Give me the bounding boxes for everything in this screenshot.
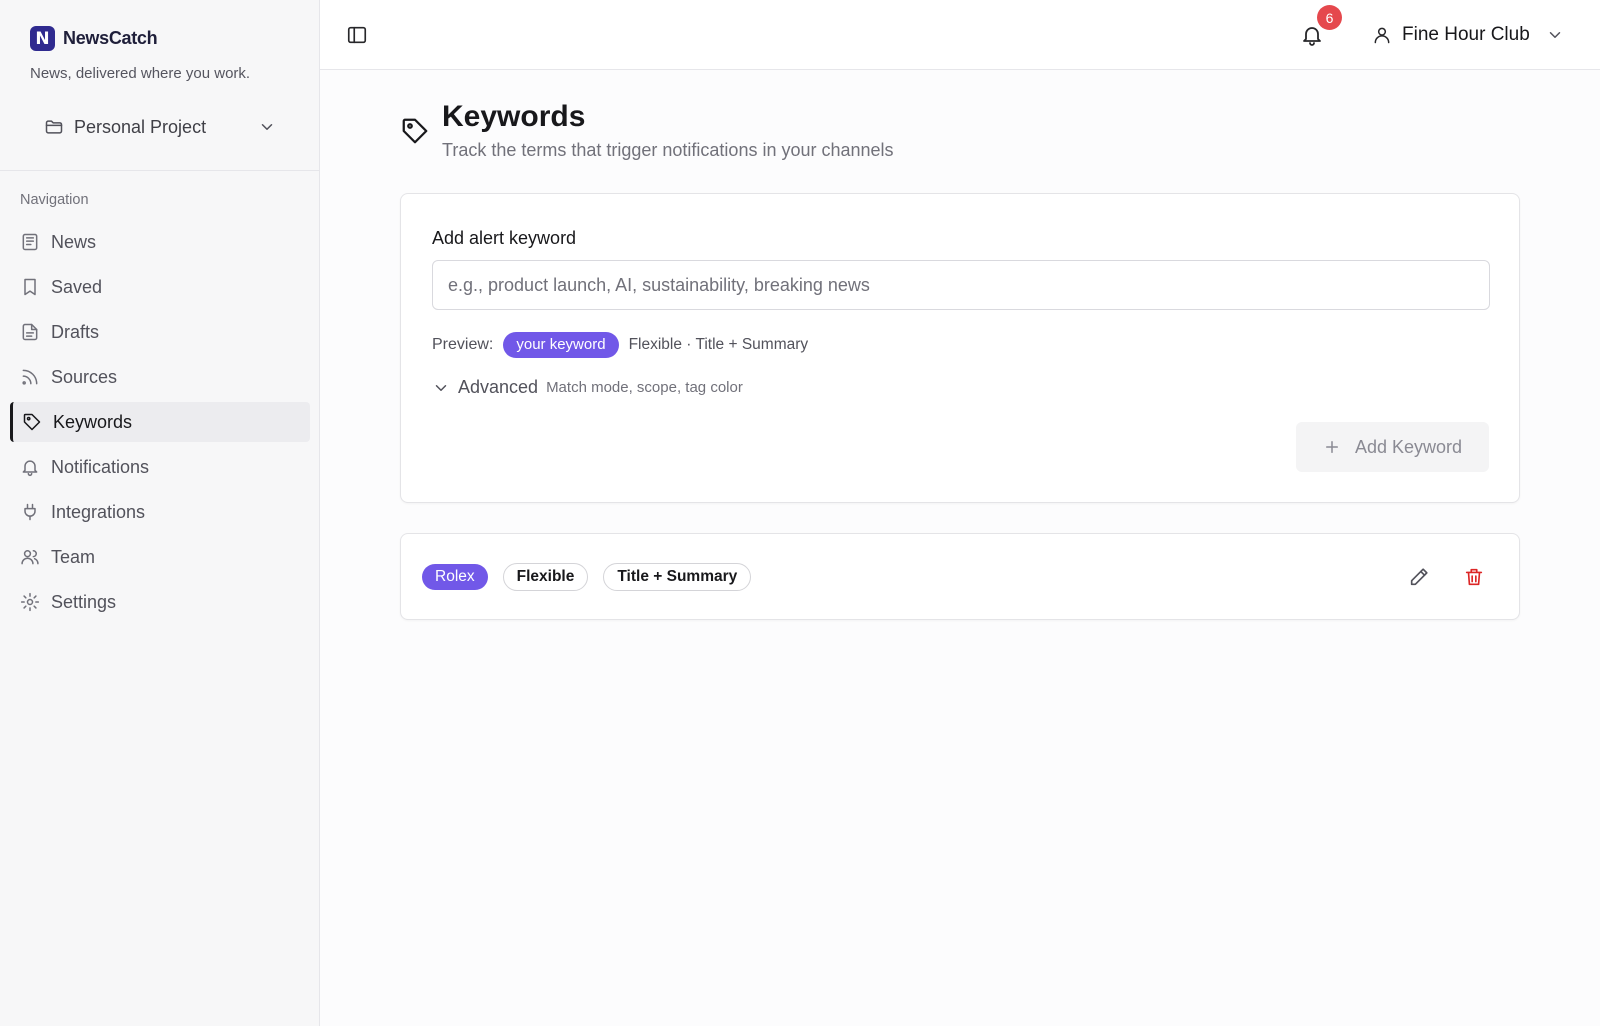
sidebar-item-drafts[interactable]: Drafts	[10, 312, 310, 352]
sidebar-item-label: Integrations	[51, 501, 146, 522]
plug-icon	[20, 502, 40, 522]
sidebar-item-label: Team	[51, 546, 96, 567]
preview-label: Preview:	[432, 336, 494, 353]
sidebar-item-notifications[interactable]: Notifications	[10, 447, 310, 487]
project-name: Personal Project	[74, 116, 207, 137]
keyword-row: Rolex Flexible Title + Summary	[400, 533, 1520, 620]
add-keyword-card: Add alert keyword Preview: your keyword …	[400, 193, 1520, 503]
chevron-down-icon	[258, 118, 276, 136]
sidebar-item-saved[interactable]: Saved	[10, 267, 310, 307]
sidebar-item-label: Notifications	[51, 456, 150, 477]
brand-tagline: News, delivered where you work.	[30, 65, 251, 82]
match-mode-pill: Flexible	[502, 563, 589, 591]
folder-icon	[44, 117, 64, 137]
delete-keyword-trash-icon[interactable]	[1463, 566, 1485, 588]
sidebar-item-label: Sources	[51, 366, 118, 387]
chevron-down-icon	[432, 379, 450, 397]
sidebar-item-news[interactable]: News	[10, 222, 310, 262]
page-subtitle: Track the terms that trigger notificatio…	[442, 140, 894, 160]
edit-keyword-pencil-icon[interactable]	[1408, 566, 1430, 588]
sidebar-toggle-icon[interactable]	[346, 24, 368, 46]
sidebar-nav: News Saved Drafts Sources Keywords Notif…	[10, 222, 310, 627]
gear-icon	[20, 592, 40, 612]
account-name: Fine Hour Club	[1402, 24, 1530, 45]
bell-icon	[20, 457, 40, 477]
sidebar-divider	[0, 170, 320, 171]
notification-count-badge: 6	[1317, 5, 1342, 30]
advanced-label: Advanced	[458, 377, 539, 397]
newspaper-icon	[20, 232, 40, 252]
keyword-tags: Rolex Flexible Title + Summary	[422, 563, 752, 591]
sidebar-item-label: Keywords	[53, 411, 133, 432]
advanced-hint: Match mode, scope, tag color	[546, 379, 743, 396]
nav-heading: Navigation	[20, 192, 89, 208]
sidebar-item-keywords[interactable]: Keywords	[10, 402, 310, 442]
keyword-input[interactable]	[432, 260, 1490, 310]
users-icon	[20, 547, 40, 567]
keyword-field-label: Add alert keyword	[432, 228, 577, 248]
account-menu[interactable]: Fine Hour Club	[1372, 22, 1564, 48]
sidebar-item-integrations[interactable]: Integrations	[10, 492, 310, 532]
sidebar: N NewsCatch News, delivered where you wo…	[0, 0, 320, 1026]
tag-icon	[400, 116, 430, 146]
advanced-toggle[interactable]: Advanced Match mode, scope, tag color	[432, 377, 743, 398]
sidebar-item-label: Drafts	[51, 321, 100, 342]
preview-keyword-pill: your keyword	[503, 332, 619, 358]
sidebar-item-label: News	[51, 231, 97, 252]
keyword-preview: Preview: your keyword Flexible · Title +…	[432, 332, 808, 358]
brand[interactable]: N NewsCatch	[30, 26, 158, 51]
brand-name: NewsCatch	[63, 28, 158, 48]
file-text-icon	[20, 322, 40, 342]
topbar: 6 Fine Hour Club	[320, 0, 1600, 70]
bookmark-icon	[20, 277, 40, 297]
add-keyword-button[interactable]: Add Keyword	[1296, 422, 1489, 472]
sidebar-item-label: Settings	[51, 591, 117, 612]
sidebar-item-team[interactable]: Team	[10, 537, 310, 577]
scope-pill: Title + Summary	[603, 563, 752, 591]
keyword-term-pill: Rolex	[422, 564, 488, 590]
user-icon	[1372, 25, 1392, 45]
newscatch-logo: N	[30, 26, 55, 51]
sidebar-item-sources[interactable]: Sources	[10, 357, 310, 397]
sidebar-item-label: Saved	[51, 276, 103, 297]
preview-meta: Flexible · Title + Summary	[628, 336, 809, 353]
page-title: Keywords	[442, 100, 586, 133]
rss-icon	[20, 367, 40, 387]
chevron-down-icon	[1546, 26, 1564, 44]
add-keyword-label: Add Keyword	[1354, 436, 1463, 457]
tag-icon	[22, 412, 42, 432]
sidebar-item-settings[interactable]: Settings	[10, 582, 310, 622]
project-selector[interactable]: Personal Project	[44, 112, 276, 142]
plus-icon	[1323, 438, 1341, 456]
